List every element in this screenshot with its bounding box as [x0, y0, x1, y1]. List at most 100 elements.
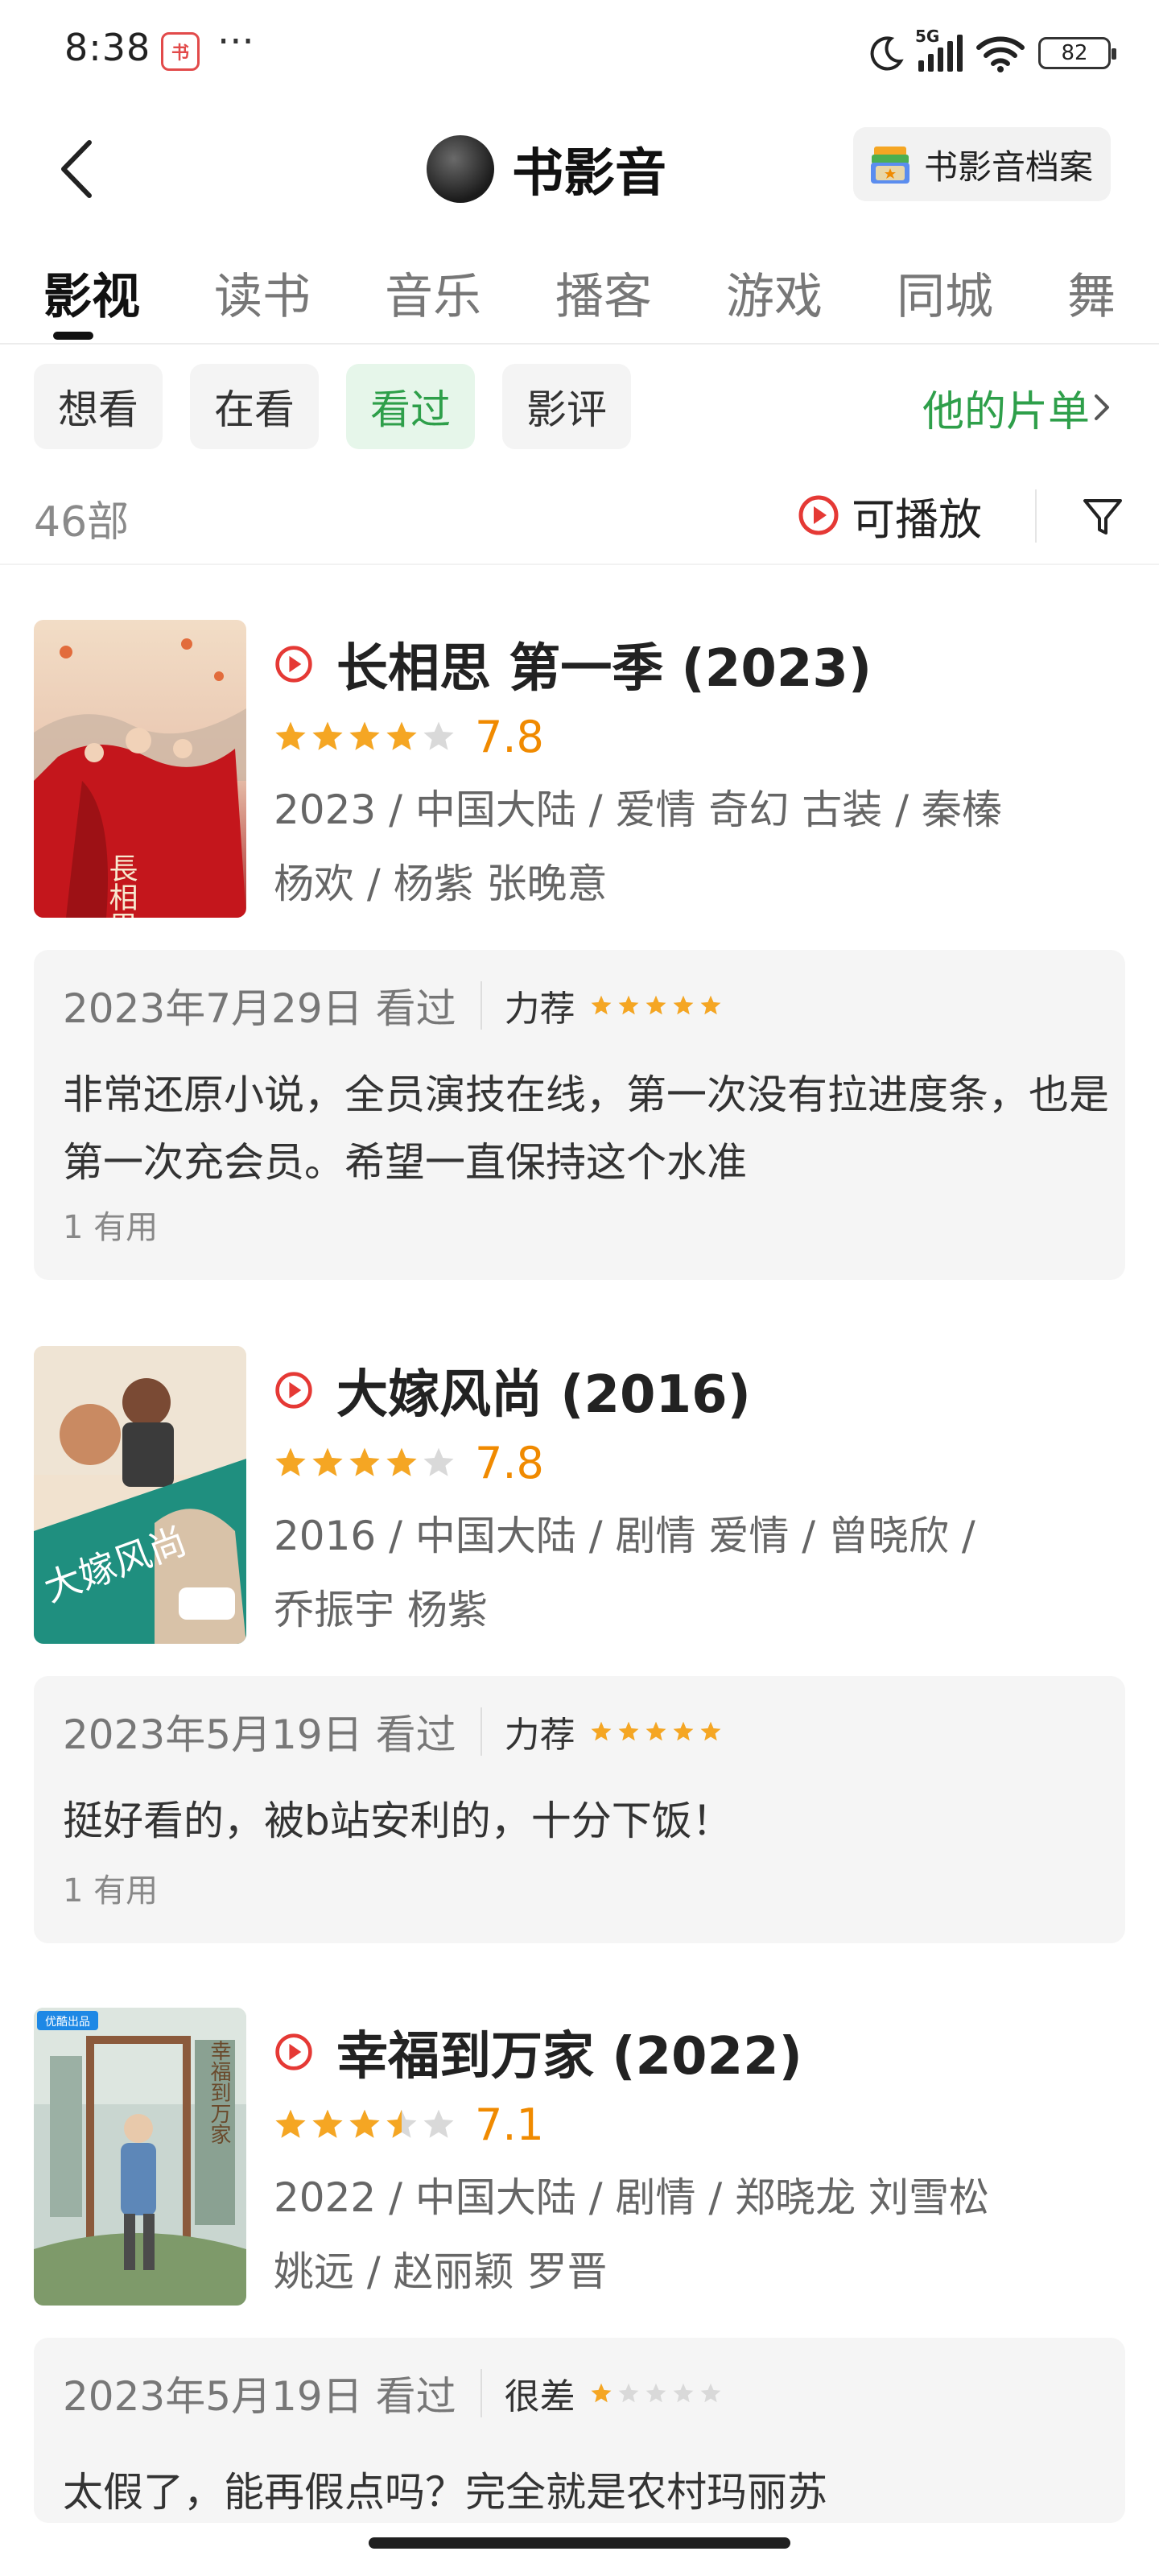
- film-meta-line: 杨欢 / 杨紫 张晚意: [274, 861, 608, 907]
- star-full-icon: [386, 721, 417, 750]
- star-full-icon: [591, 2383, 611, 2403]
- tab-dance[interactable]: 舞: [1067, 258, 1116, 328]
- tab-music[interactable]: 音乐: [385, 258, 481, 328]
- status-bar: 8:38 书 ··· 5G 82: [0, 0, 1159, 105]
- star-empty-icon: [618, 2383, 638, 2403]
- screen: 8:38 书 ··· 5G 82 书影音 书影音档案 影视 读书 音乐 播客 游…: [0, 0, 1159, 2576]
- chevron-right-icon: [1095, 394, 1109, 420]
- top-nav-bar: 书影音 书影音档案: [0, 113, 1159, 217]
- film-title[interactable]: 幸福到万家 (2022): [336, 2015, 802, 2089]
- review-text: 挺好看的，被b站安利的，十分下饭！: [63, 1798, 732, 1844]
- star-full-icon: [349, 1447, 380, 1476]
- filter-chip-want[interactable]: 想看: [34, 364, 163, 449]
- film-title-row: 大嫁风尚 (2016): [274, 1354, 751, 1426]
- star-full-icon: [645, 1721, 666, 1741]
- star-full-icon: [591, 1721, 611, 1741]
- film-meta-line: 2022 / 中国大陆 / 剧情 / 郑晓龙 刘雪松: [274, 2174, 990, 2221]
- star-full-icon: [275, 721, 306, 750]
- play-circle-icon[interactable]: [274, 2032, 314, 2072]
- review-card[interactable]: 2023年7月29日 看过 力荐 非常还原小说，全员演技在线，第一次没有拉进度条…: [34, 950, 1125, 1280]
- film-poster[interactable]: 長相思: [34, 620, 246, 918]
- chevron-left-icon: [61, 140, 92, 198]
- review-header: 2023年5月19日 看过 力荐: [63, 1703, 722, 1760]
- playable-toggle[interactable]: 可播放: [797, 483, 982, 547]
- film-poster[interactable]: 优酷出品 幸福到万家: [34, 2008, 246, 2306]
- star-full-icon: [700, 1721, 720, 1741]
- tab-local-events[interactable]: 同城: [897, 258, 993, 328]
- film-meta-line: 姚远 / 赵丽颖 罗晋: [274, 2248, 608, 2295]
- back-button[interactable]: [48, 137, 105, 201]
- tab-games[interactable]: 游戏: [726, 258, 823, 328]
- cellular-signal-icon: 5G: [915, 27, 963, 72]
- category-tabs: 影视 读书 音乐 播客 游戏 同城 舞: [0, 242, 1159, 345]
- more-notifications-icon: ···: [217, 19, 254, 64]
- film-title[interactable]: 长相思 第一季 (2023): [336, 627, 872, 701]
- review-card[interactable]: 2023年5月19日 看过 力荐 挺好看的，被b站安利的，十分下饭！ 1 有用: [34, 1676, 1125, 1943]
- star-full-icon: [349, 2109, 380, 2138]
- film-rating: 7.8: [274, 710, 544, 763]
- play-circle-icon[interactable]: [274, 644, 314, 684]
- star-full-icon: [312, 2109, 343, 2138]
- status-icons: 5G 82: [867, 27, 1116, 77]
- star-full-icon: [645, 995, 666, 1015]
- divider: [480, 981, 482, 1030]
- status-filter-bar: 想看 在看 看过 影评 他的片单: [0, 364, 1159, 449]
- star-full-icon: [275, 2109, 306, 2138]
- rating-stars: [274, 720, 456, 753]
- film-rating: 7.8: [274, 1436, 544, 1489]
- tab-movies[interactable]: 影视: [43, 258, 140, 328]
- playable-label: 可播放: [852, 493, 982, 545]
- page-title: 书影音: [512, 144, 666, 204]
- battery-level: 82: [1061, 41, 1088, 65]
- poster-title-text: 長相思: [105, 853, 138, 918]
- film-item[interactable]: 优酷出品 幸福到万家 幸福到万家 (2022) 7.1 2022 / 中国大陆 …: [0, 2008, 1159, 2539]
- poster-image: 長相思: [34, 620, 246, 918]
- divider: [1035, 489, 1037, 543]
- filter-chip-reviews[interactable]: 影评: [502, 364, 631, 449]
- archive-button-label: 书影音档案: [923, 147, 1093, 187]
- star-full-icon: [618, 995, 638, 1015]
- star-full-icon: [618, 1721, 638, 1741]
- review-useful-count[interactable]: 1 有用: [63, 1864, 158, 1911]
- film-title-row: 长相思 第一季 (2023): [274, 628, 872, 700]
- review-card[interactable]: 2023年5月19日 看过 很差 太假了，能再假点吗？完全就是农村玛丽苏: [34, 2338, 1125, 2523]
- review-text: 非常还原小说，全员演技在线，第一次没有拉进度条，也是第一次充会员。希望一直保持这…: [63, 1071, 1109, 1186]
- review-verdict: 力荐: [504, 989, 575, 1030]
- result-count: 46部: [34, 498, 130, 547]
- user-avatar[interactable]: [427, 135, 494, 203]
- play-circle-icon: [798, 495, 839, 535]
- film-title-row: 幸福到万家 (2022): [274, 2016, 802, 2088]
- star-empty-icon: [423, 2109, 454, 2138]
- star-full-icon: [673, 1721, 693, 1741]
- network-type-label: 5G: [915, 27, 940, 46]
- film-item[interactable]: 長相思 长相思 第一季 (2023) 7.8 2023 / 中国大陆 / 爱情 …: [0, 620, 1159, 1312]
- poster-image: 大嫁风尚: [34, 1346, 246, 1644]
- divider: [480, 1707, 482, 1756]
- tab-podcasts[interactable]: 播客: [555, 258, 652, 328]
- star-full-icon: [700, 995, 720, 1015]
- poster-badge: 优酷出品: [45, 2016, 90, 2029]
- film-item[interactable]: 大嫁风尚 大嫁风尚 (2016) 7.8 2016 / 中国大陆 / 剧情 爱情…: [0, 1346, 1159, 1958]
- film-rating: 7.1: [274, 2098, 544, 2151]
- film-meta: 2016 / 中国大陆 / 剧情 爱情 / 曾晓欣 / 乔振宇 杨紫: [274, 1499, 1127, 1647]
- play-circle-icon[interactable]: [274, 1370, 314, 1410]
- film-poster[interactable]: 大嫁风尚: [34, 1346, 246, 1644]
- star-full-icon: [312, 1447, 343, 1476]
- review-date: 2023年5月19日 看过: [63, 1711, 456, 1758]
- star-empty-icon: [423, 721, 454, 750]
- filter-funnel-icon[interactable]: [1079, 493, 1127, 541]
- film-meta: 2022 / 中国大陆 / 剧情 / 郑晓龙 刘雪松 姚远 / 赵丽颖 罗晋: [274, 2161, 1127, 2309]
- filter-chip-watched[interactable]: 看过: [346, 364, 475, 449]
- film-meta-line: 2016 / 中国大陆 / 剧情 爱情 / 曾晓欣 /: [274, 1513, 975, 1559]
- film-title[interactable]: 大嫁风尚 (2016): [336, 1353, 751, 1427]
- tab-books[interactable]: 读书: [214, 258, 311, 328]
- his-list-link[interactable]: 他的片单: [922, 375, 1111, 440]
- archive-button[interactable]: 书影音档案: [852, 127, 1111, 201]
- review-text: 太假了，能再假点吗？完全就是农村玛丽苏: [63, 2469, 827, 2516]
- home-indicator[interactable]: [369, 2537, 790, 2549]
- rating-stars: [274, 2107, 456, 2141]
- rating-score: 7.8: [475, 1437, 544, 1488]
- filter-chip-watching[interactable]: 在看: [190, 364, 319, 449]
- poster-title-text: 幸福到万家: [207, 2040, 231, 2145]
- review-useful-count[interactable]: 1 有用: [63, 1201, 158, 1248]
